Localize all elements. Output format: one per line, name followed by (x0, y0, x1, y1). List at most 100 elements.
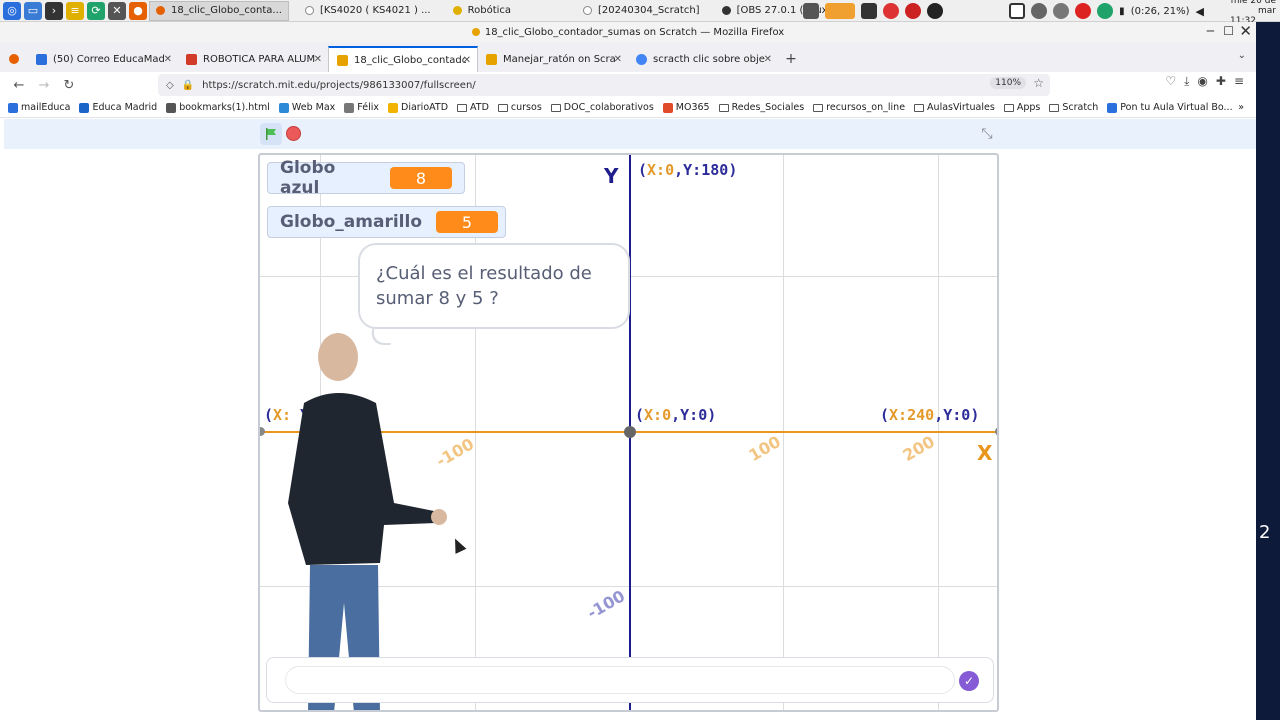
scratch-favicon-icon (486, 53, 497, 65)
printer-icon[interactable] (861, 3, 878, 19)
menu-icon[interactable]: ◎ (3, 1, 21, 20)
firefox-icon[interactable]: ● (129, 1, 147, 20)
bookmark-item[interactable]: DOC_colaborativos (550, 102, 654, 113)
tab-strip: (50) Correo EducaMadrid ✕ ROBÓTICA PARA … (0, 42, 1256, 72)
bookmark-item[interactable]: Web Max (278, 102, 335, 113)
more-bookmarks-icon[interactable]: » (1238, 102, 1244, 113)
bookmark-star-icon[interactable]: ☆ (1033, 76, 1044, 90)
bookmark-item[interactable]: recursos_on_line (813, 102, 905, 113)
tab-manejar-raton[interactable]: Manejar_ratón on Scratch ✕ (478, 46, 628, 72)
sync-icon[interactable]: ⟳ (87, 1, 105, 20)
timer-icon[interactable] (883, 3, 900, 19)
network-icon[interactable] (1053, 3, 1070, 19)
spotify-icon[interactable] (1097, 3, 1114, 19)
bluetooth-icon[interactable] (927, 3, 944, 19)
reload-icon[interactable]: ↻ (58, 74, 80, 96)
submit-answer-button[interactable]: ✓ (959, 671, 979, 691)
desktop-icon[interactable]: ▭ (24, 1, 42, 20)
menu-icon[interactable]: ≡ (1234, 74, 1244, 89)
taskbar-window-2[interactable]: [KS4020 ( KS4021 ) ... (299, 1, 437, 21)
bookmark-label: Educa Madrid (92, 102, 158, 113)
tab-scratch-active[interactable]: 18_clic_Globo_contador ✕ (328, 46, 478, 72)
forward-icon[interactable]: → (33, 74, 55, 96)
axis-endpoint (260, 427, 265, 436)
bookmark-item[interactable]: Redes_Sociales (718, 102, 804, 113)
exit-fullscreen-icon[interactable]: ⤡ (978, 125, 996, 143)
close-tab-icon[interactable]: ✕ (614, 54, 622, 65)
zoom-level[interactable]: 110% (990, 77, 1026, 89)
firefox-view-icon[interactable] (0, 46, 28, 72)
bookmark-item[interactable]: Pon tu Aula Virtual Bo... (1107, 102, 1233, 113)
firefox-icon (156, 6, 165, 15)
volume-icon[interactable]: ◀ (1196, 5, 1204, 18)
bookmark-favicon-icon (662, 102, 673, 113)
pocket-icon[interactable]: ♡ (1165, 74, 1176, 89)
close-icon[interactable]: ✕ (1239, 22, 1252, 40)
bookmarks-toolbar: mailEduca Educa Madrid bookmarks(1).html We… (0, 98, 1256, 118)
folder-icon (813, 103, 824, 112)
url-text[interactable]: https://scratch.mit.edu/projects/9861330… (202, 80, 476, 91)
bookmark-item[interactable]: Educa Madrid (79, 102, 157, 113)
taskbar-window-label: [20240304_Scratch] (598, 5, 700, 16)
terminal-icon[interactable]: › (45, 1, 63, 20)
bookmark-item[interactable]: bookmarks(1).html (166, 102, 270, 113)
close-tab-icon[interactable]: ✕ (314, 54, 322, 65)
green-flag-button[interactable] (260, 123, 282, 145)
bookmark-item[interactable]: DiarioATD (388, 102, 448, 113)
close-tab-icon[interactable]: ✕ (463, 55, 471, 66)
monitor-label: Globo azul (280, 158, 336, 198)
person-sprite[interactable] (284, 333, 454, 712)
tab-correo[interactable]: (50) Correo EducaMadrid ✕ (28, 46, 178, 72)
tab-list-icon[interactable]: ⌄ (1238, 50, 1246, 61)
taskbar-window-label: 18_clic_Globo_conta... (171, 5, 282, 16)
grid-line (475, 155, 476, 710)
taskbar-window-3[interactable]: Robótica (447, 1, 517, 21)
variable-monitor-globo-amarillo[interactable]: Globo_amarillo 5 (267, 206, 506, 238)
bookmark-item[interactable]: Félix (344, 102, 379, 113)
extensions-icon[interactable]: ✚ (1216, 74, 1226, 89)
tab-robotica[interactable]: ROBÓTICA PARA ALUMN ✕ (178, 46, 328, 72)
scratch-favicon-icon (337, 54, 348, 66)
monitor-label: Globo_amarillo (280, 212, 423, 232)
bookmark-item[interactable]: Scratch (1049, 102, 1098, 113)
bookmark-label: ATD (470, 102, 489, 113)
lock-icon[interactable]: 🔒 (182, 80, 194, 91)
taskbar-window-1[interactable]: 18_clic_Globo_conta... (149, 0, 289, 21)
tools-icon[interactable]: ✕ (108, 1, 126, 20)
notes-icon[interactable]: ≡ (66, 1, 84, 20)
tab-google-search[interactable]: scracth clic sobre objeto ✕ (628, 46, 778, 72)
bookmark-item[interactable]: MO365 (662, 102, 710, 113)
shield-icon[interactable]: ◇ (166, 80, 174, 91)
bookmark-label: bookmarks(1).html (179, 102, 270, 113)
battery-status: (0:26, 21%) (1130, 5, 1190, 17)
mail-icon (36, 53, 47, 65)
account-icon[interactable]: ◉ (1197, 74, 1207, 89)
grid-line (783, 155, 784, 710)
minimize-icon[interactable]: ─ (1207, 24, 1214, 38)
back-icon[interactable]: ← (8, 74, 30, 96)
wifi-icon[interactable] (1031, 3, 1048, 19)
close-tab-icon[interactable]: ✕ (164, 54, 172, 65)
bookmark-item[interactable]: Apps (1003, 102, 1040, 113)
power-icon[interactable] (905, 3, 922, 19)
url-bar[interactable]: ◇ 🔒 https://scratch.mit.edu/projects/986… (158, 74, 1050, 96)
battery-icon[interactable]: ▮ (1119, 6, 1125, 17)
taskbar-window-4[interactable]: [20240304_Scratch] (577, 1, 706, 21)
bookmark-item[interactable]: AulasVirtuales (914, 102, 995, 113)
answer-input[interactable] (285, 666, 955, 694)
bookmark-item[interactable]: ATD (457, 102, 489, 113)
gear-icon[interactable] (803, 3, 820, 19)
maximize-icon[interactable]: ☐ (1223, 24, 1234, 38)
variable-monitor-globo-azul[interactable]: Globo azul 8 (267, 158, 465, 198)
monitor-icon[interactable] (1009, 3, 1026, 19)
bookmark-item[interactable]: cursos (497, 102, 542, 113)
download-icon[interactable]: ⤓ (1184, 74, 1189, 89)
new-tab-icon[interactable]: + (778, 46, 804, 72)
stop-button[interactable] (286, 126, 301, 141)
close-tab-icon[interactable]: ✕ (764, 54, 772, 65)
fish-icon[interactable] (825, 3, 856, 19)
bookmark-item[interactable]: mailEduca (8, 102, 70, 113)
alert-icon[interactable] (1075, 3, 1092, 19)
tab-label: scracth clic sobre objeto (653, 53, 765, 65)
scratch-stage[interactable]: Y X (X:0,Y:180) (X: Y:0) (X:0,Y:0) (X:24… (258, 153, 999, 712)
